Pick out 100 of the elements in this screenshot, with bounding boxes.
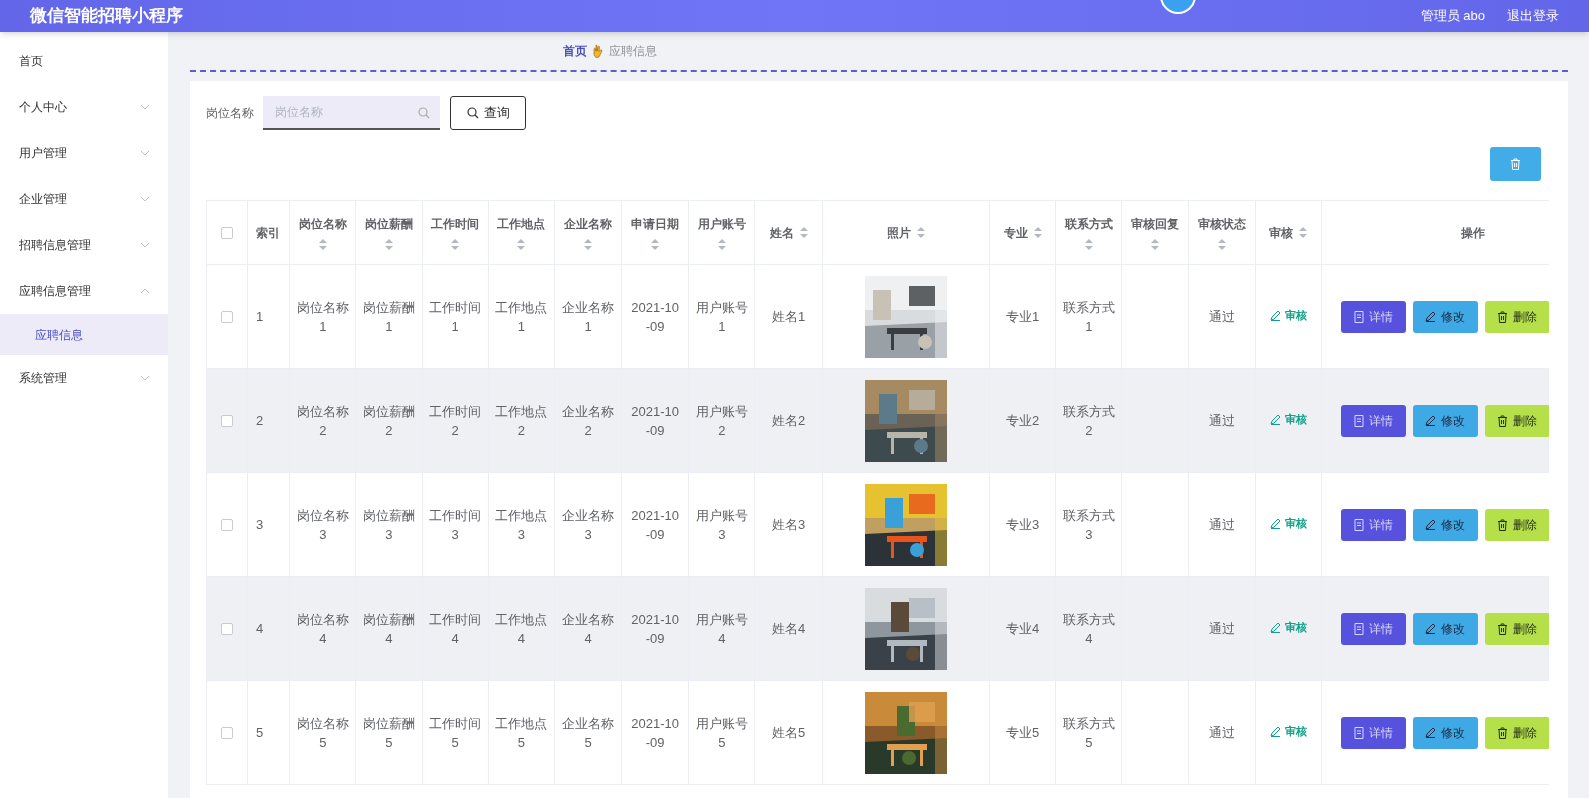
sidebar-item[interactable]: 系统管理 xyxy=(0,355,168,401)
table-cell-text: 通过 xyxy=(1207,411,1236,430)
sort-icon[interactable] xyxy=(717,239,726,250)
table-cell-text: 3 xyxy=(256,515,265,534)
header-cell[interactable]: 审核状态 xyxy=(1188,200,1256,265)
review-link[interactable]: 审核 xyxy=(1269,307,1307,324)
table-cell-text: 2021-10-09 xyxy=(630,714,681,752)
header-cell[interactable]: 专业 xyxy=(989,200,1056,265)
table-cell-text: 姓名4 xyxy=(770,619,807,638)
header-cell[interactable]: 联系方式 xyxy=(1055,200,1122,265)
review-link[interactable]: 审核 xyxy=(1269,515,1307,532)
header-cell[interactable]: 用户账号 xyxy=(688,200,755,265)
column-header[interactable]: 企业名称 xyxy=(564,215,612,233)
edit-button[interactable]: 修改 xyxy=(1413,404,1478,437)
detail-button[interactable]: 详情 xyxy=(1341,612,1406,645)
column-header[interactable]: 索引 xyxy=(256,223,281,242)
header-cell[interactable]: 索引 xyxy=(247,200,290,265)
edit-button[interactable]: 修改 xyxy=(1413,508,1478,541)
review-link[interactable]: 审核 xyxy=(1269,723,1307,740)
detail-button[interactable]: 详情 xyxy=(1341,716,1406,749)
sidebar-item[interactable]: 个人中心 xyxy=(0,84,168,130)
table-cell-text: 工作地点5 xyxy=(495,714,548,752)
column-header[interactable]: 工作时间 xyxy=(431,215,480,233)
sort-icon[interactable] xyxy=(318,239,327,250)
edit-button[interactable]: 修改 xyxy=(1413,716,1478,749)
sidebar-item[interactable]: 应聘信息管理 xyxy=(0,268,168,314)
checkbox[interactable] xyxy=(221,727,234,740)
checkbox[interactable] xyxy=(221,227,234,240)
delete-button[interactable]: 删除 xyxy=(1485,612,1549,645)
pencil-icon xyxy=(1269,517,1281,529)
document-icon xyxy=(1354,622,1364,635)
sort-icon[interactable] xyxy=(1084,239,1093,250)
column-header[interactable]: 审核状态 xyxy=(1197,215,1246,233)
column-header[interactable]: 岗位薪酬 xyxy=(364,215,413,233)
checkbox[interactable] xyxy=(221,623,234,636)
pencil-icon xyxy=(1425,519,1437,530)
sidebar-subitem[interactable]: 应聘信息 xyxy=(0,314,168,355)
sidebar-item[interactable]: 企业管理 xyxy=(0,176,168,222)
sort-icon[interactable] xyxy=(916,227,925,238)
header-cell[interactable]: 审核回复 xyxy=(1121,200,1189,265)
sort-icon[interactable] xyxy=(1151,239,1160,250)
detail-button[interactable]: 详情 xyxy=(1341,508,1406,541)
delete-button[interactable]: 删除 xyxy=(1485,716,1549,749)
trash-icon xyxy=(1510,158,1521,170)
sort-icon[interactable] xyxy=(799,227,808,238)
sort-icon[interactable] xyxy=(1217,239,1226,250)
table-cell-text: 联系方式2 xyxy=(1062,402,1115,440)
header-cell[interactable]: 岗位名称 xyxy=(289,200,356,265)
table-cell-text: 专业2 xyxy=(1005,411,1041,430)
header-cell[interactable]: 企业名称 xyxy=(554,200,622,265)
table-cell-text: 用户账号2 xyxy=(695,402,748,440)
edit-button[interactable]: 修改 xyxy=(1413,300,1478,333)
sort-icon[interactable] xyxy=(1033,227,1042,238)
breadcrumb-item[interactable]: 首页 xyxy=(563,42,587,60)
column-header[interactable]: 专业 xyxy=(1003,223,1028,242)
column-header[interactable]: 操作 xyxy=(1461,223,1486,242)
header-cell[interactable]: 申请日期 xyxy=(621,200,689,265)
header-cell[interactable]: 审核 xyxy=(1255,200,1322,265)
sort-icon[interactable] xyxy=(517,239,526,250)
detail-button[interactable]: 详情 xyxy=(1341,404,1406,437)
document-icon xyxy=(1354,414,1364,427)
edit-button[interactable]: 修改 xyxy=(1413,612,1478,645)
sidebar-item[interactable]: 用户管理 xyxy=(0,130,168,176)
column-header[interactable]: 联系方式 xyxy=(1064,215,1113,233)
delete-button[interactable]: 删除 xyxy=(1485,300,1549,333)
table-cell-text: 岗位名称4 xyxy=(296,610,349,648)
checkbox[interactable] xyxy=(221,311,234,324)
column-header[interactable]: 申请日期 xyxy=(631,215,680,233)
trash-icon xyxy=(1497,310,1509,323)
checkbox[interactable] xyxy=(221,519,234,532)
sort-icon[interactable] xyxy=(1299,227,1308,238)
header-cell[interactable]: 照片 xyxy=(822,200,990,265)
table-cell-text: 2021-10-09 xyxy=(630,610,681,648)
column-header[interactable]: 姓名 xyxy=(769,223,794,242)
sort-icon[interactable] xyxy=(651,239,660,250)
sidebar-item[interactable]: 招聘信息管理 xyxy=(0,222,168,268)
column-header[interactable]: 岗位名称 xyxy=(298,215,347,233)
sort-icon[interactable] xyxy=(584,239,592,250)
checkbox[interactable] xyxy=(221,415,234,428)
logout-link[interactable]: 退出登录 xyxy=(1507,6,1559,26)
delete-button[interactable]: 删除 xyxy=(1485,508,1549,541)
column-header[interactable]: 审核回复 xyxy=(1131,215,1180,233)
header-cell[interactable]: 岗位薪酬 xyxy=(355,200,423,265)
batch-delete-button[interactable] xyxy=(1490,147,1541,181)
sort-icon[interactable] xyxy=(451,239,460,250)
header-cell[interactable]: 操作 xyxy=(1321,200,1549,265)
column-header[interactable]: 审核 xyxy=(1269,223,1294,242)
search-label: 岗位名称 xyxy=(206,105,254,122)
sidebar-item[interactable]: 首页 xyxy=(0,38,168,84)
column-header[interactable]: 照片 xyxy=(886,223,911,242)
detail-button[interactable]: 详情 xyxy=(1341,300,1406,333)
header-cell[interactable]: 工作地点 xyxy=(488,200,555,265)
column-header[interactable]: 用户账号 xyxy=(697,215,746,233)
sort-icon[interactable] xyxy=(384,239,393,250)
header-cell[interactable]: 工作时间 xyxy=(422,200,489,265)
header-cell[interactable]: 姓名 xyxy=(754,200,823,265)
column-header[interactable]: 工作地点 xyxy=(497,215,546,233)
search-button[interactable]: 查询 xyxy=(450,96,526,130)
pencil-icon xyxy=(1425,623,1437,634)
delete-button[interactable]: 删除 xyxy=(1485,404,1549,437)
